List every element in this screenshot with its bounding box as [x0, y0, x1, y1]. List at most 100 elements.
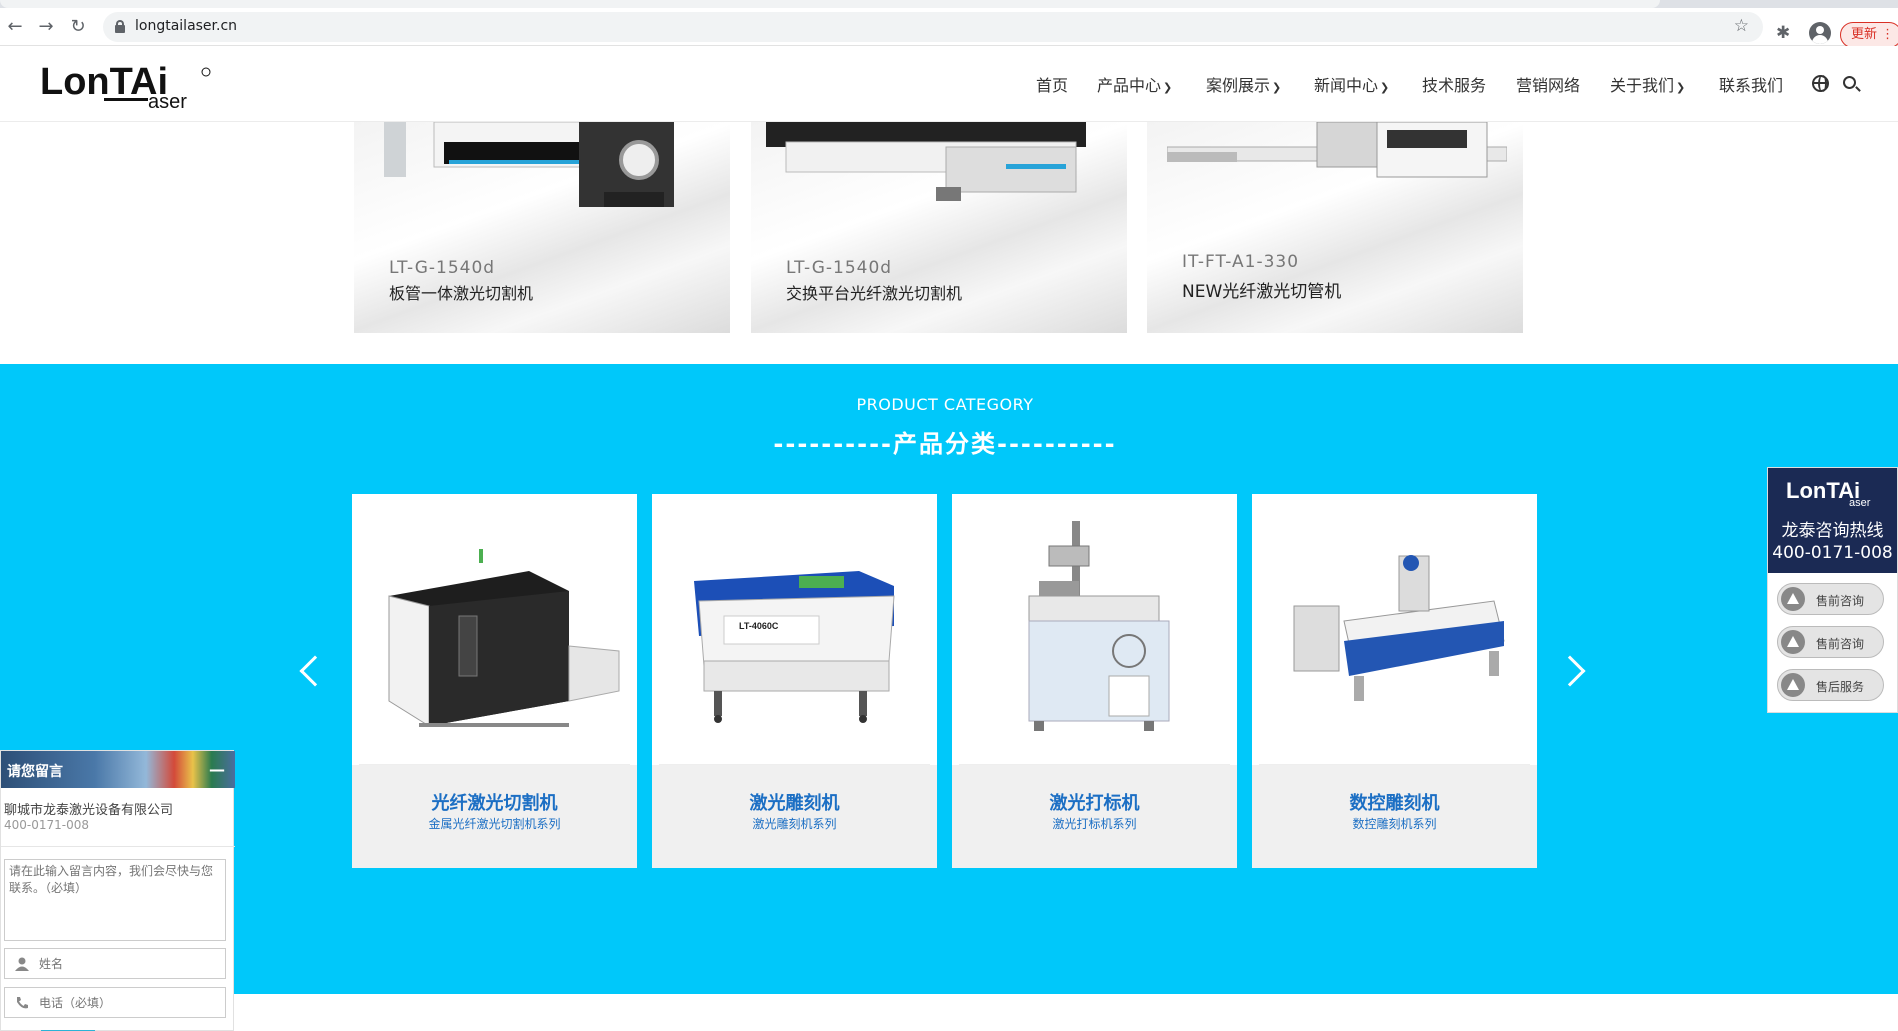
engraver-model-label: LT-4060C: [739, 621, 779, 631]
card-footer: 激光打标机 激光打标机系列: [952, 765, 1237, 868]
message-widget-header[interactable]: 请您留言 —: [1, 751, 235, 788]
chevron-down-icon: ❯: [1676, 81, 1686, 94]
nav-news-label: 新闻中心: [1314, 76, 1379, 95]
chat-icon: [1781, 587, 1805, 611]
laser-marker-icon: [1028, 521, 1170, 731]
card-footer: 激光雕刻机 激光雕刻机系列: [652, 765, 937, 868]
nav-home[interactable]: 首页: [1036, 72, 1068, 96]
name-field[interactable]: [4, 948, 226, 979]
machine-image: [384, 122, 674, 207]
category-card[interactable]: 数控雕刻机 数控雕刻机系列: [1252, 494, 1537, 868]
side-button-label: 售前咨询: [1816, 594, 1865, 608]
card-image: [1259, 501, 1530, 765]
chat-icon: [1781, 630, 1805, 654]
divider: [1, 846, 235, 847]
card-subtitle: 金属光纤激光切割机系列: [428, 817, 561, 831]
fiber-laser-cutter-icon: [388, 549, 620, 727]
name-input[interactable]: [39, 955, 219, 973]
company-phone: 400-0171-008: [4, 818, 90, 832]
phone-icon: [17, 997, 28, 1009]
nav-cases[interactable]: 案例展示 ❯: [1206, 72, 1281, 96]
category-card[interactable]: 激光打标机 激光打标机系列: [952, 494, 1237, 868]
aftersale-service-button[interactable]: 售后服务: [1777, 669, 1884, 701]
back-icon[interactable]: ←: [4, 16, 26, 38]
side-button-label: 售后服务: [1816, 680, 1865, 694]
side-panel-header: LonTAi aser 龙泰咨询热线 400-0171-008: [1768, 468, 1897, 573]
banner-model: LT-G-1540d: [786, 258, 893, 278]
nav-products[interactable]: 产品中心 ❯: [1097, 72, 1172, 96]
product-banner[interactable]: LT-G-1540d 板管一体激光切割机: [354, 122, 730, 333]
update-label: 更新: [1851, 27, 1878, 42]
nav-contact[interactable]: 联系我们: [1719, 72, 1783, 96]
url-text[interactable]: longtailaser.cn: [135, 18, 237, 34]
longtai-logo[interactable]: LonTAi aser: [40, 54, 215, 112]
update-button[interactable]: 更新 ⋮: [1840, 22, 1898, 48]
consult-side-panel: LonTAi aser 龙泰咨询热线 400-0171-008 售前咨询 售前咨…: [1767, 467, 1898, 713]
nav-products-label: 产品中心: [1097, 76, 1162, 95]
profile-icon[interactable]: [1809, 22, 1831, 44]
category-title-en: PRODUCT CATEGORY: [856, 395, 1034, 414]
forward-icon[interactable]: →: [35, 16, 57, 38]
carousel-prev-icon[interactable]: [299, 655, 331, 687]
nav-sales-network[interactable]: 营销网络: [1516, 72, 1580, 96]
cnc-router-icon: [1293, 555, 1505, 701]
card-image: LT-4060C: [659, 501, 930, 765]
company-name: 聊城市龙泰激光设备有限公司: [4, 803, 174, 818]
category-card[interactable]: LT-4060C 激光雕刻机 激光雕刻机系列: [652, 494, 937, 868]
nav-cases-label: 案例展示: [1206, 76, 1271, 95]
card-title[interactable]: 光纤激光切割机: [352, 789, 637, 815]
message-textarea[interactable]: [4, 859, 226, 941]
nav-about[interactable]: 关于我们 ❯: [1610, 72, 1685, 96]
presale-consult-button[interactable]: 售前咨询: [1777, 583, 1884, 615]
extensions-icon[interactable]: ✱: [1776, 23, 1790, 43]
machine-image: [766, 122, 1086, 201]
banner-model: LT-G-1540d: [389, 258, 496, 278]
card-footer: 数控雕刻机 数控雕刻机系列: [1252, 765, 1537, 868]
nav-sales-network-label: 营销网络: [1516, 76, 1581, 95]
phone-field[interactable]: [4, 987, 226, 1018]
globe-icon[interactable]: [1812, 75, 1829, 92]
card-title[interactable]: 激光雕刻机: [652, 789, 937, 815]
active-tab[interactable]: [0, 0, 1660, 8]
user-icon: [15, 957, 29, 971]
logo-sub-text: aser: [148, 91, 187, 112]
card-image: [359, 501, 630, 765]
nav-tech-service[interactable]: 技术服务: [1422, 72, 1486, 96]
banner-name: 板管一体激光切割机: [389, 284, 534, 303]
banner-name: 交换平台光纤激光切割机: [786, 284, 963, 303]
browser-toolbar: ← → ↻ longtailaser.cn ☆ ✱ 更新 ⋮: [0, 8, 1898, 48]
phone-input[interactable]: [39, 994, 219, 1012]
category-card[interactable]: 光纤激光切割机 金属光纤激光切割机系列: [352, 494, 637, 868]
message-widget-title: 请您留言: [7, 764, 63, 780]
card-subtitle: 激光打标机系列: [1052, 817, 1137, 831]
nav-about-label: 关于我们: [1610, 76, 1675, 95]
reload-icon[interactable]: ↻: [67, 16, 89, 38]
address-bar[interactable]: longtailaser.cn ☆: [103, 12, 1763, 42]
card-image: [959, 501, 1230, 765]
machine-image: [1167, 122, 1507, 178]
presale-consult-button[interactable]: 售前咨询: [1777, 626, 1884, 658]
chevron-down-icon: ❯: [1163, 81, 1173, 94]
browser-tabstrip: [0, 0, 1898, 8]
banner-name: NEW光纤激光切管机: [1182, 282, 1342, 302]
category-title-cn: ----------产品分类----------: [773, 430, 1117, 458]
nav-contact-label: 联系我们: [1719, 76, 1784, 95]
chevron-down-icon: ❯: [1380, 81, 1390, 94]
lock-icon: [115, 20, 125, 33]
side-button-label: 售前咨询: [1816, 637, 1865, 651]
card-subtitle: 激光雕刻机系列: [752, 817, 837, 831]
product-banner[interactable]: IT-FT-A1-330 NEW光纤激光切管机: [1147, 122, 1523, 333]
laser-engraver-icon: LT-4060C: [694, 571, 895, 723]
minimize-icon[interactable]: —: [209, 760, 225, 779]
search-icon[interactable]: [1843, 76, 1856, 89]
message-widget: 请您留言 — 聊城市龙泰激光设备有限公司 400-0171-008: [0, 750, 235, 1031]
card-footer: 光纤激光切割机 金属光纤激光切割机系列: [352, 765, 637, 868]
page-root: ← → ↻ longtailaser.cn ☆ ✱ 更新 ⋮ LonTAi as…: [0, 0, 1898, 1031]
card-title[interactable]: 数控雕刻机: [1252, 789, 1537, 815]
nav-news[interactable]: 新闻中心 ❯: [1314, 72, 1389, 96]
card-title[interactable]: 激光打标机: [952, 789, 1237, 815]
bookmark-star-icon[interactable]: ☆: [1734, 16, 1749, 36]
carousel-next-icon[interactable]: [1554, 655, 1586, 687]
site-header: LonTAi aser 首页 产品中心 ❯ 案例展示 ❯ 新闻中心 ❯ 技术服务 营销…: [0, 46, 1898, 122]
product-banner[interactable]: LT-G-1540d 交换平台光纤激光切割机: [751, 122, 1127, 333]
